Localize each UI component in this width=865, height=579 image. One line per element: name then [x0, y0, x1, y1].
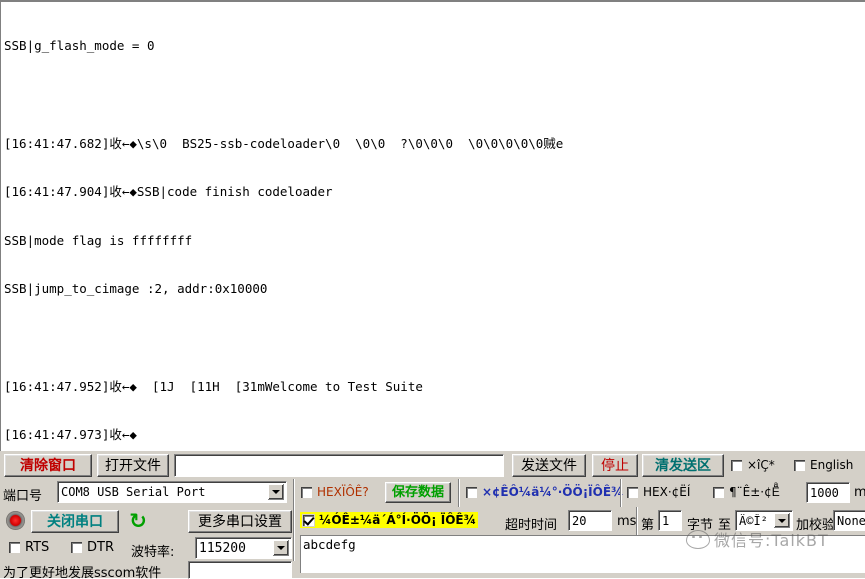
timeout-label: 超时时间 — [505, 518, 558, 533]
divider — [293, 479, 295, 507]
checkbox-box[interactable] — [793, 458, 806, 472]
timeout-unit-label: ms — [617, 514, 637, 529]
byte-unit-label: 字节 — [687, 518, 714, 533]
clear-window-button[interactable]: 清除窗口 — [4, 454, 92, 477]
open-file-button[interactable]: 打开文件 — [97, 454, 169, 477]
checkbox-box[interactable] — [712, 485, 725, 499]
byte-from-input[interactable]: 1 — [658, 510, 682, 531]
footer-row: 为了更好地发展sscom软件 — [0, 561, 865, 579]
file-toolbar-row: 清除窗口 打开文件 发送文件 停止 清发送区 ×îÇ* English — [0, 451, 865, 479]
timestamp-framing-checkbox[interactable]: ¼ÓÊ±¼ä´Á°Í·ÖÖ¡ ÏÔÊ¾ — [300, 512, 479, 528]
checkbox-label: English — [810, 458, 854, 472]
chevron-down-icon[interactable] — [268, 484, 284, 500]
divider — [293, 535, 295, 561]
checkbox-label: RTS — [25, 540, 50, 555]
checkbox-label: DTR — [87, 540, 114, 555]
divider — [293, 507, 295, 535]
checkbox-label: HEX·¢ËÍ — [643, 485, 691, 499]
timestamp-checkbox[interactable]: ×¢ÊÔ¼ä¼°·ÖÖ¡ÏÔÊ¾ — [465, 485, 623, 499]
checkbox-box[interactable] — [8, 541, 21, 554]
terminal-output-panel[interactable]: SSB|g_flash_mode = 0 [16:41:47.682]收←◆\s… — [0, 0, 865, 451]
hex-send-checkbox[interactable]: HEX·¢ËÍ — [626, 485, 690, 499]
checkbox-label: ¼ÓÊ±¼ä´Á°Í·ÖÖ¡ ÏÔÊ¾ — [319, 513, 477, 527]
control-panel: 清除窗口 打开文件 发送文件 停止 清发送区 ×îÇ* English 端口号 … — [0, 451, 865, 579]
more-port-settings-button[interactable]: 更多串口设置 — [188, 510, 292, 533]
checkbox-box[interactable] — [300, 485, 313, 499]
checkbox-label: ×îÇ* — [747, 458, 775, 472]
send-period-unit-label: ms — [854, 485, 865, 500]
chevron-down-icon[interactable] — [273, 540, 289, 556]
refresh-icon[interactable]: ↻ — [127, 511, 149, 533]
terminal-line: SSB|g_flash_mode = 0 — [4, 38, 155, 54]
timeout-input[interactable]: 20 — [568, 510, 612, 531]
terminal-log[interactable]: SSB|g_flash_mode = 0 [16:41:47.682]收←◆\s… — [4, 6, 865, 451]
divider — [620, 479, 622, 507]
chevron-down-icon[interactable] — [774, 513, 790, 528]
send-file-button[interactable]: 发送文件 — [512, 454, 586, 477]
divider — [636, 507, 638, 535]
sscom-window: SSB|g_flash_mode = 0 [16:41:47.682]收←◆\s… — [0, 0, 865, 579]
send-period-input[interactable]: 1000 — [806, 482, 850, 503]
checkbox-box[interactable] — [302, 513, 315, 527]
checkbox-box[interactable] — [730, 458, 743, 472]
checkbox-box[interactable] — [465, 485, 478, 499]
port-label: 端口号 — [3, 489, 43, 504]
stop-button[interactable]: 停止 — [592, 454, 638, 477]
checksum-label: 加校验 — [796, 518, 836, 533]
terminal-line: SSB|jump_to_cimage :2, addr:0x10000 — [4, 281, 268, 297]
checkbox-label: HEXÏÔÊ? — [317, 485, 369, 499]
auto-send-checkbox[interactable]: ¶¨Ê±·¢Ëͣ — [712, 485, 780, 499]
checkbox-box[interactable] — [70, 541, 83, 554]
send-file-path-input[interactable] — [174, 454, 504, 477]
divider — [458, 479, 460, 507]
connection-row: 关闭串口 ↻ 更多串口设置 ¼ÓÊ±¼ä´Á°Í·ÖÖ¡ ÏÔÊ¾ 超时时间 2… — [0, 507, 865, 535]
port-status-led-icon — [6, 511, 25, 530]
port-settings-row: 端口号 COM8 USB Serial Port HEXÏÔÊ? 保存数据 ×¢… — [0, 479, 865, 507]
checksum-select[interactable]: None — [833, 510, 865, 531]
hex-display-checkbox[interactable]: HEXÏÔÊ? — [300, 485, 369, 499]
byte-to-select[interactable]: Ä©Î² — [735, 510, 793, 531]
port-select-value: COM8 USB Serial Port — [61, 485, 206, 499]
baud-rate-select[interactable]: 115200 — [195, 537, 292, 559]
english-checkbox[interactable]: English — [793, 458, 853, 472]
port-select[interactable]: COM8 USB Serial Port — [57, 481, 287, 503]
terminal-line: [16:41:47.682]收←◆\s\0 BS25-ssb-codeloade… — [4, 135, 564, 151]
terminal-line: SSB|mode flag is ffffffff — [4, 232, 193, 248]
terminal-line: [16:41:47.904]收←◆SSB|code finish codeloa… — [4, 184, 333, 200]
terminal-line: [16:41:47.952]收←◆ [1J [11H [31mWelcome t… — [4, 378, 423, 394]
checkbox-box[interactable] — [626, 485, 639, 499]
baud-rate-label: 波特率: — [131, 545, 175, 560]
byte-to-select-value: Ä©Î² — [739, 513, 768, 528]
close-port-button[interactable]: 关闭串口 — [31, 510, 119, 533]
rts-checkbox[interactable]: RTS — [8, 540, 49, 555]
terminal-line: [16:41:47.973]收←◆ — [4, 427, 137, 443]
save-data-button[interactable]: 保存数据 — [385, 482, 451, 503]
footer-input[interactable] — [188, 561, 292, 579]
checkbox-label: ×¢ÊÔ¼ä¼°·ÖÖ¡ÏÔÊ¾ — [482, 485, 624, 499]
byte-to-label: 至 — [718, 518, 732, 533]
baud-rate-value: 115200 — [199, 540, 246, 556]
final-newline-checkbox[interactable]: ×îÇ* — [730, 458, 775, 472]
checkbox-label: ¶¨Ê±·¢Ëͣ — [729, 485, 780, 499]
dtr-checkbox[interactable]: DTR — [70, 540, 114, 555]
byte-from-label: 第 — [641, 518, 655, 533]
footer-note: 为了更好地发展sscom软件 — [3, 566, 162, 579]
clear-send-area-button[interactable]: 清发送区 — [642, 454, 724, 477]
